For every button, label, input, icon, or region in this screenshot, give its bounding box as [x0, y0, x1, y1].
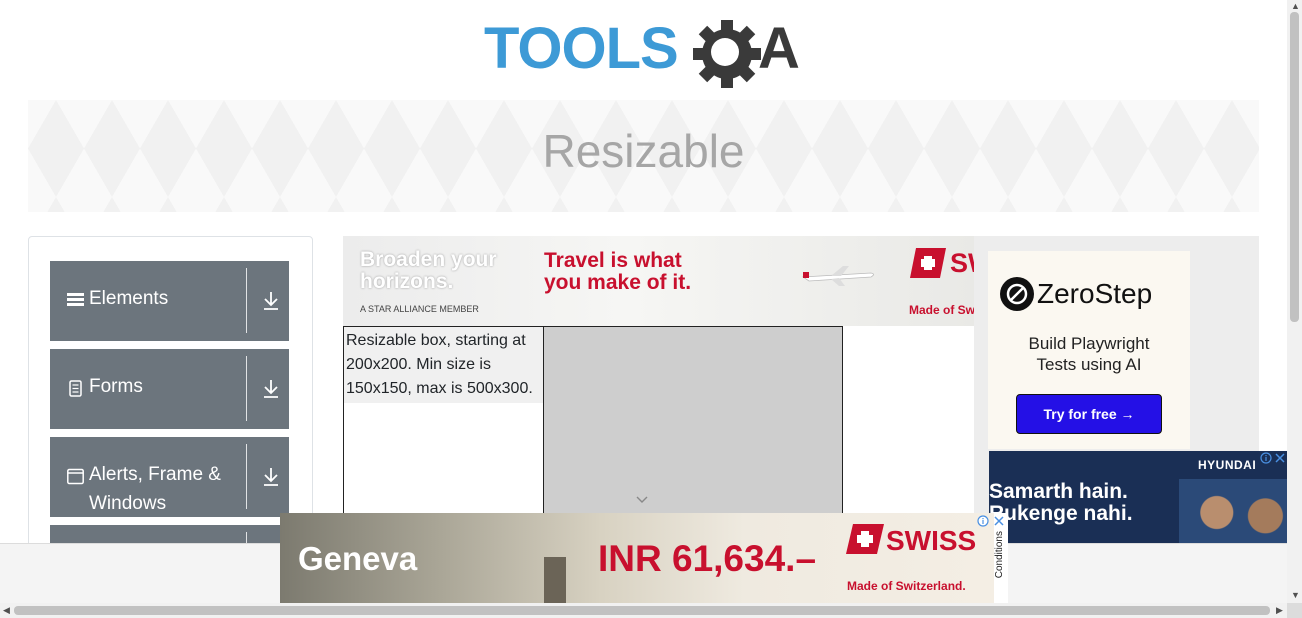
ad-info-icon[interactable]	[977, 515, 989, 527]
page-title: Resizable	[542, 125, 745, 177]
resizable-box[interactable]: Resizable box, starting at 200x200. Min …	[343, 326, 543, 528]
ad-member-text: A STAR ALLIANCE MEMBER	[360, 304, 479, 314]
chevron-down-icon	[636, 496, 648, 503]
logo-text-tools: TOOLS	[484, 16, 678, 81]
swiss-top-ad[interactable]: Broaden your horizons. A STAR ALLIANCE M…	[343, 236, 974, 326]
ad-brand: SWISS	[886, 525, 977, 556]
horizontal-scrollbar[interactable]: ◀ ▶	[0, 603, 1287, 618]
scrollbar-corner	[1287, 603, 1302, 618]
try-for-free-button[interactable]: Try for free →	[1016, 394, 1162, 434]
ad-headline: Broaden your horizons.	[360, 248, 497, 293]
hyundai-brand: HYUNDAI	[1198, 458, 1257, 472]
sidebar-group-label: Alerts, Frame & Windows	[89, 464, 221, 514]
page-banner: Resizable	[28, 100, 1259, 212]
swiss-flag-icon	[846, 524, 884, 554]
sidebar-group-alerts-frame-windows[interactable]: Alerts, Frame & Windows	[50, 437, 289, 517]
divider	[246, 356, 247, 421]
divider	[246, 444, 247, 509]
download-icon[interactable]	[262, 291, 280, 311]
scroll-left-arrow[interactable]: ◀	[3, 606, 10, 615]
document-icon	[69, 380, 82, 397]
ad-photo	[544, 557, 566, 603]
resizable-constraint-area	[543, 326, 843, 528]
resizable-box-text: Resizable box, starting at 200x200. Min …	[344, 327, 543, 403]
download-icon[interactable]	[262, 467, 280, 487]
sidebar-group-label: Elements	[89, 288, 169, 309]
sidebar-group-forms[interactable]: Forms	[50, 349, 289, 429]
ad-city: Geneva	[298, 540, 418, 577]
ad-tagline: Travel is what you make of it.	[544, 249, 692, 294]
zerostep-ad[interactable]: ZeroStep Build Playwright Tests using AI…	[988, 251, 1190, 449]
ad-price: INR 61,634.–	[598, 538, 817, 579]
hyundai-ad[interactable]: Samarth hain. Rukenge nahi. HYUNDAI	[989, 451, 1287, 546]
scroll-down-arrow[interactable]: ▼	[1291, 591, 1300, 600]
zerostep-logo-icon	[1000, 277, 1034, 311]
sidebar-group-label: Forms	[89, 376, 143, 397]
window-icon	[67, 468, 84, 485]
vertical-scrollbar[interactable]: ▲ ▼	[1287, 0, 1302, 603]
zerostep-blurb: Build Playwright Tests using AI	[1028, 334, 1150, 374]
toolsqa-logo[interactable]: TOOLS A	[484, 16, 806, 90]
ad-close-icon[interactable]	[993, 515, 1005, 527]
conditions-link[interactable]: Conditions	[994, 531, 1008, 578]
scroll-up-arrow[interactable]: ▲	[1291, 2, 1300, 11]
gear-magnifier-icon	[693, 20, 761, 88]
ad-info-icon[interactable]	[1260, 452, 1272, 464]
ad-close-icon[interactable]	[1274, 452, 1286, 464]
scrollbar-thumb[interactable]	[14, 606, 1270, 615]
download-icon[interactable]	[262, 379, 280, 399]
swiss-flag-icon	[910, 248, 946, 278]
ad-made-text: Made of Switzerland.	[847, 579, 966, 593]
airplane-image	[801, 266, 874, 286]
divider	[246, 268, 247, 333]
ad-photo	[1179, 479, 1287, 546]
scroll-right-arrow[interactable]: ▶	[1276, 606, 1283, 615]
svg-text:A: A	[758, 16, 800, 81]
hyundai-headline: Samarth hain. Rukenge nahi.	[989, 480, 1133, 525]
scrollbar-thumb[interactable]	[1290, 12, 1299, 322]
swiss-bottom-ad[interactable]: Geneva INR 61,634.– SWISS Made of Switze…	[280, 513, 994, 603]
sidebar: Elements Forms Alerts, Frame & Windows	[28, 236, 313, 575]
sidebar-group-elements[interactable]: Elements	[50, 261, 289, 341]
hamburger-icon	[67, 293, 84, 306]
zerostep-brand: ZeroStep	[1037, 278, 1153, 309]
ad-made-text: Made of Sw	[909, 303, 974, 317]
